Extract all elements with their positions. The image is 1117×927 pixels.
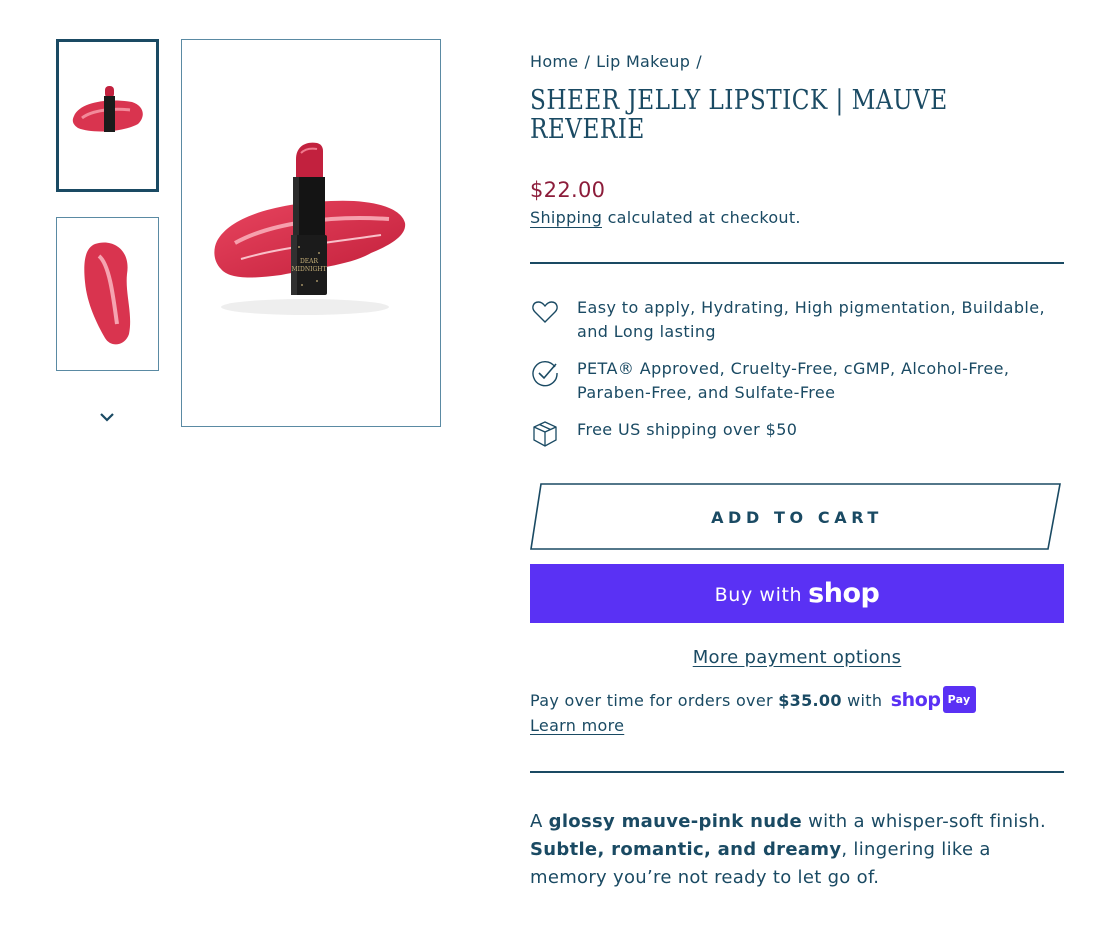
- feature-list: Easy to apply, Hydrating, High pigmentat…: [530, 296, 1064, 449]
- gallery-scroll-button[interactable]: [96, 406, 118, 428]
- add-to-cart-label: ADD TO CART: [711, 507, 883, 527]
- breadcrumb-category[interactable]: Lip Makeup: [596, 52, 690, 71]
- feature-item: PETA® Approved, Cruelty-Free, cGMP, Alco…: [530, 357, 1064, 405]
- more-payment-options-link[interactable]: More payment options: [693, 647, 902, 668]
- buy-with-label: Buy with: [714, 584, 803, 606]
- breadcrumb-separator: /: [696, 52, 702, 71]
- description-text: A: [530, 811, 549, 832]
- more-payment-options: More payment options: [530, 646, 1064, 670]
- chevron-down-icon: [100, 413, 114, 422]
- description-emphasis: Subtle, romantic, and dreamy: [530, 839, 842, 860]
- check-circle-icon: [532, 360, 558, 387]
- divider: [530, 771, 1064, 773]
- main-product-image[interactable]: DEAR MIDNIGHT: [181, 39, 441, 427]
- divider: [530, 262, 1064, 264]
- heart-icon: [532, 301, 558, 323]
- shipping-link[interactable]: Shipping: [530, 208, 603, 228]
- svg-text:DEAR: DEAR: [300, 258, 319, 265]
- buy-with-shop-button[interactable]: Buy with shop: [530, 564, 1064, 623]
- installments-with: with: [841, 691, 888, 710]
- product-title: Sheer Jelly Lipstick | Mauve Reverie: [530, 85, 948, 145]
- description-emphasis: glossy mauve-pink nude: [548, 811, 803, 832]
- feature-item: Easy to apply, Hydrating, High pigmentat…: [530, 296, 1064, 344]
- installments-amount: $35.00: [778, 691, 842, 710]
- shop-pay-installments: Pay over time for orders over $35.00 wit…: [530, 686, 1064, 738]
- description-text: with a whisper-soft finish.: [802, 811, 1047, 832]
- thumbnail-1[interactable]: [56, 39, 159, 192]
- installments-prefix: Pay over time for orders over: [530, 691, 779, 710]
- shop-logo: shop: [808, 578, 880, 609]
- feature-text: Easy to apply, Hydrating, High pigmentat…: [577, 298, 1045, 341]
- feature-text: PETA® Approved, Cruelty-Free, cGMP, Alco…: [577, 359, 1010, 402]
- breadcrumb: Home / Lip Makeup /: [530, 50, 1064, 74]
- learn-more-link[interactable]: Learn more: [530, 716, 624, 735]
- swatch-thumbnail-image: [83, 242, 130, 345]
- product-description: A glossy mauve-pink nude with a whisper-…: [530, 808, 1064, 892]
- svg-text:MIDNIGHT: MIDNIGHT: [292, 266, 327, 273]
- feature-text: Free US shipping over $50: [577, 420, 798, 439]
- lipstick-product-image: DEAR MIDNIGHT: [214, 142, 406, 315]
- shop-pay-logo: shop: [890, 689, 941, 711]
- shop-pay-badge: Pay: [942, 686, 976, 713]
- lipstick-thumbnail-image: [72, 85, 143, 132]
- breadcrumb-separator: /: [584, 52, 591, 71]
- shipping-text: calculated at checkout.: [602, 208, 801, 227]
- breadcrumb-home[interactable]: Home: [530, 52, 578, 71]
- thumbnail-2[interactable]: [56, 217, 159, 371]
- add-to-cart-button[interactable]: ADD TO CART: [530, 483, 1064, 551]
- box-icon: [533, 421, 557, 447]
- shipping-note: Shipping calculated at checkout.: [530, 207, 1064, 229]
- product-price: $22.00: [530, 178, 606, 202]
- product-info: Home / Lip Makeup / Sheer Jelly Lipstick | …: [530, 50, 1064, 892]
- feature-item: Free US shipping over $50: [530, 418, 1064, 449]
